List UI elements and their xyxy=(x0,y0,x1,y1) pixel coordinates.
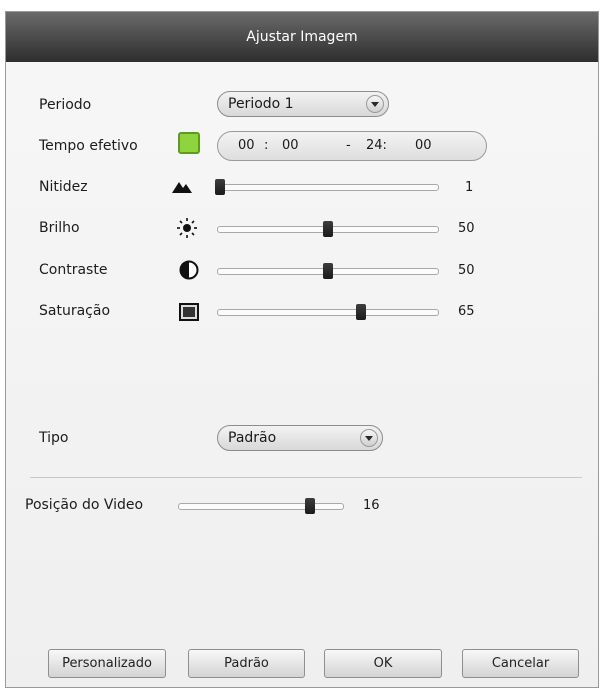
contraste-slider[interactable] xyxy=(217,263,439,279)
sharpness-icon xyxy=(172,182,192,193)
posicao-video-slider-thumb[interactable] xyxy=(305,498,316,514)
nitidez-label: Nitidez xyxy=(39,179,88,195)
chevron-down-icon xyxy=(366,95,384,113)
personalizado-button[interactable]: Personalizado xyxy=(48,649,166,678)
contraste-value: 50 xyxy=(458,263,475,278)
saturacao-slider[interactable] xyxy=(217,304,439,320)
start-minute[interactable]: 00 xyxy=(282,138,299,153)
saturacao-label: Saturação xyxy=(39,303,111,319)
section-divider xyxy=(30,477,582,478)
nitidez-slider[interactable] xyxy=(215,179,439,195)
nitidez-slider-thumb[interactable] xyxy=(215,179,226,195)
saturacao-slider-thumb[interactable] xyxy=(356,304,366,320)
brightness-icon xyxy=(177,218,197,238)
contrast-icon xyxy=(179,260,199,280)
brilho-slider-thumb[interactable] xyxy=(323,221,333,237)
nitidez-value: 1 xyxy=(465,180,474,195)
tempo-efetivo-checkbox[interactable] xyxy=(178,132,200,154)
start-hour[interactable]: 00 xyxy=(238,138,255,153)
end-minute[interactable]: 00 xyxy=(415,138,432,153)
tipo-label: Tipo xyxy=(39,430,69,446)
posicao-video-slider[interactable] xyxy=(178,498,344,514)
periodo-label: Periodo xyxy=(39,97,92,113)
time-separator: : xyxy=(264,138,269,153)
contraste-label: Contraste xyxy=(39,262,108,278)
tipo-value: Padrão xyxy=(228,430,277,446)
ok-button[interactable]: OK xyxy=(324,649,442,678)
end-hour[interactable]: 24: xyxy=(366,138,387,153)
periodo-dropdown[interactable]: Periodo 1 xyxy=(217,91,389,117)
posicao-video-value: 16 xyxy=(363,498,380,513)
time-dash: - xyxy=(346,138,351,153)
time-range-field[interactable]: 00 : 00 - 24: 00 xyxy=(217,131,487,161)
cancelar-button[interactable]: Cancelar xyxy=(462,649,579,678)
chevron-down-icon xyxy=(360,429,378,447)
saturacao-value: 65 xyxy=(458,304,475,319)
tipo-dropdown[interactable]: Padrão xyxy=(217,425,383,451)
adjust-image-dialog: Ajustar Imagem Periodo Periodo 1 Tempo e… xyxy=(5,11,599,688)
padrao-button[interactable]: Padrão xyxy=(188,649,305,678)
saturation-icon xyxy=(179,303,199,321)
posicao-video-label: Posição do Video xyxy=(25,497,144,513)
brilho-value: 50 xyxy=(458,221,475,236)
dialog-title: Ajustar Imagem xyxy=(6,12,598,62)
brilho-slider[interactable] xyxy=(217,221,439,237)
periodo-value: Periodo 1 xyxy=(228,96,294,112)
contraste-slider-thumb[interactable] xyxy=(323,263,333,279)
tempo-efetivo-label: Tempo efetivo xyxy=(39,138,138,154)
brilho-label: Brilho xyxy=(39,220,80,236)
